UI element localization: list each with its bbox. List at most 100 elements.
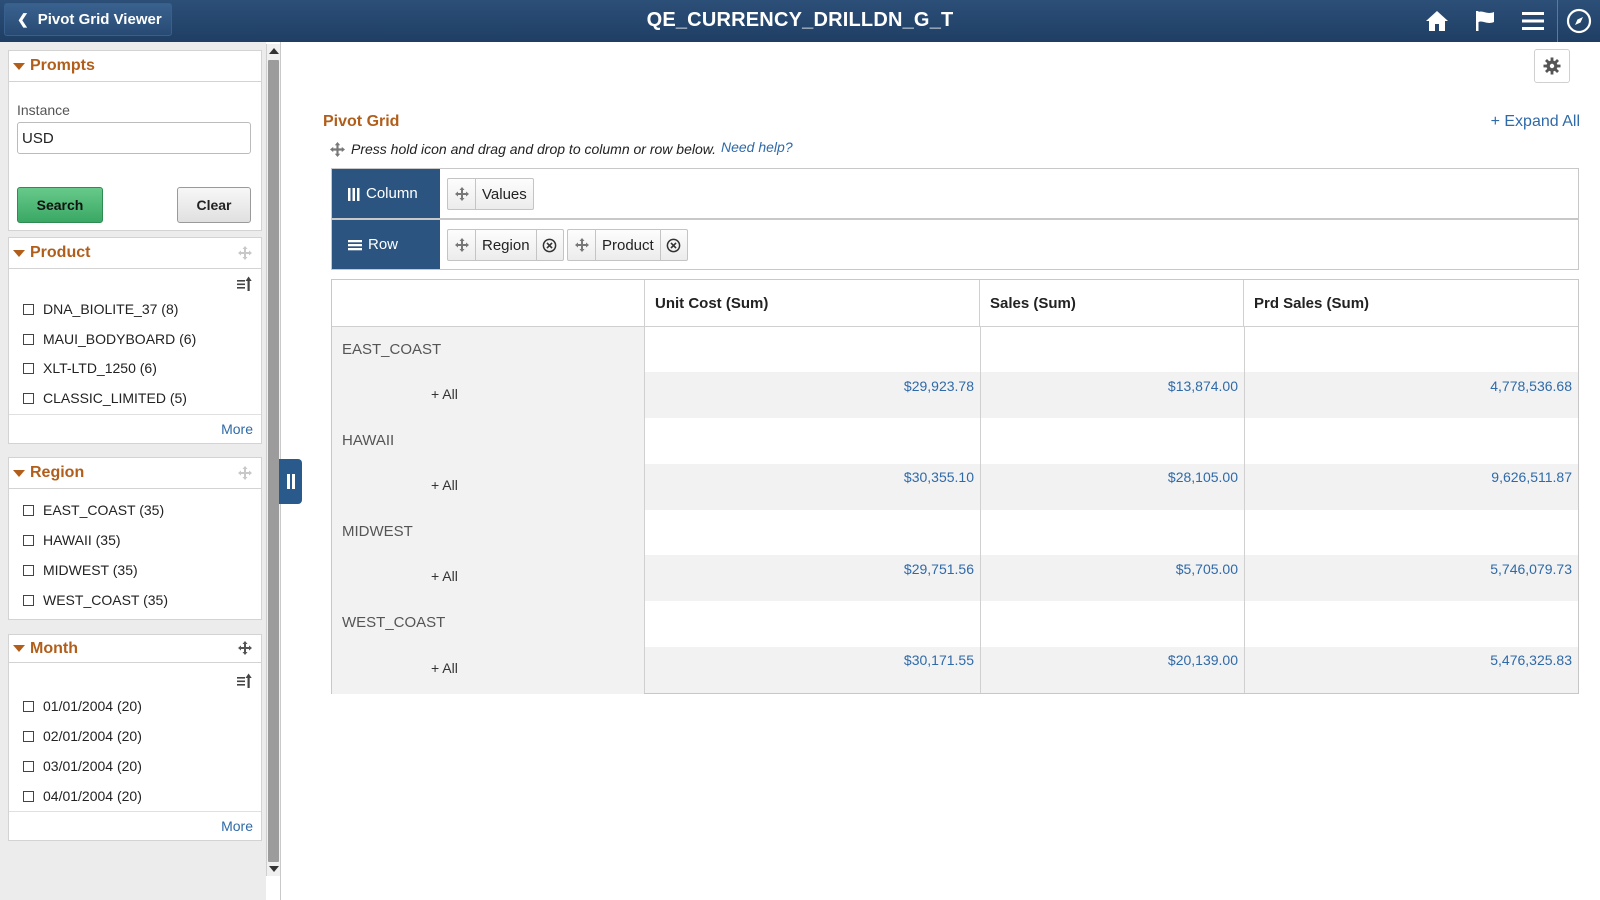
facet-item[interactable]: 03/01/2004 (20)	[23, 758, 142, 774]
cell-value[interactable]: 5,746,079.73	[1244, 561, 1572, 577]
collapse-triangle-icon[interactable]	[13, 645, 25, 652]
checkbox[interactable]	[23, 700, 34, 712]
product-facet-header[interactable]: Product	[9, 238, 261, 269]
move-icon[interactable]	[238, 466, 252, 483]
move-icon[interactable]	[568, 230, 596, 260]
cell-value[interactable]: 5,476,325.83	[1244, 652, 1572, 668]
column-header[interactable]: Unit Cost (Sum)	[645, 280, 980, 327]
region-row-label[interactable]: EAST_COAST	[342, 341, 441, 358]
more-link[interactable]: More	[221, 818, 253, 834]
collapse-panel-button[interactable]	[279, 459, 302, 504]
move-icon[interactable]	[238, 641, 252, 658]
row-chip-product[interactable]: Product	[567, 229, 688, 261]
expand-all-row[interactable]: + All	[431, 660, 458, 676]
move-icon	[330, 141, 345, 157]
navigator-icon[interactable]	[1563, 6, 1595, 36]
month-facet-header[interactable]: Month	[9, 635, 261, 663]
collapse-triangle-icon[interactable]	[13, 469, 25, 477]
checkbox[interactable]	[23, 534, 34, 546]
facet-item[interactable]: 01/01/2004 (20)	[23, 698, 142, 714]
checkbox[interactable]	[23, 504, 34, 516]
move-icon[interactable]	[448, 230, 476, 260]
move-icon[interactable]	[238, 246, 252, 263]
column-chip-values[interactable]: Values	[447, 178, 534, 210]
checkbox[interactable]	[23, 790, 34, 802]
checkbox[interactable]	[23, 333, 34, 345]
expand-all-row[interactable]: + All	[431, 477, 458, 493]
page-title: QE_CURRENCY_DRILLDN_G_T	[646, 9, 954, 31]
region-row-label[interactable]: WEST_COAST	[342, 614, 445, 631]
column-dropzone[interactable]: Column Values	[331, 168, 1579, 219]
back-button[interactable]: ❮ Pivot Grid Viewer	[4, 3, 172, 36]
more-link[interactable]: More	[221, 421, 253, 437]
expand-all-row[interactable]: + All	[431, 568, 458, 584]
prompts-header[interactable]: Prompts	[9, 51, 261, 82]
facet-item[interactable]: EAST_COAST (35)	[23, 502, 164, 518]
cell-value[interactable]: $20,139.00	[980, 652, 1238, 668]
facet-item[interactable]: MAUI_BODYBOARD (6)	[23, 331, 196, 347]
column-header[interactable]: Prd Sales (Sum)	[1244, 280, 1578, 327]
search-button[interactable]: Search	[17, 187, 103, 223]
facet-item-label: MAUI_BODYBOARD (6)	[43, 331, 197, 347]
scrollbar-thumb[interactable]	[268, 60, 279, 862]
cell-value[interactable]: $13,874.00	[980, 378, 1238, 394]
cell-value[interactable]: $28,105.00	[980, 469, 1238, 485]
left-panel-scrollbar[interactable]	[266, 44, 280, 876]
cell-value[interactable]: $5,705.00	[980, 561, 1238, 577]
expand-all-link[interactable]: + Expand All	[1491, 113, 1580, 131]
facet-item[interactable]: MIDWEST (35)	[23, 562, 138, 578]
checkbox[interactable]	[23, 392, 34, 404]
remove-icon[interactable]	[659, 230, 687, 260]
checkbox[interactable]	[23, 362, 34, 374]
checkbox[interactable]	[23, 760, 34, 772]
row-zone-label: Row	[332, 220, 440, 269]
instance-input[interactable]	[17, 122, 251, 154]
cell-value[interactable]: 9,626,511.87	[1244, 469, 1572, 485]
facet-item[interactable]: HAWAII (35)	[23, 532, 121, 548]
facet-item[interactable]: XLT-LTD_1250 (6)	[23, 360, 157, 376]
checkbox[interactable]	[23, 594, 34, 606]
column-header[interactable]: Sales (Sum)	[980, 280, 1244, 327]
collapse-triangle-icon[interactable]	[13, 249, 25, 257]
remove-icon[interactable]	[535, 230, 563, 260]
sort-icon[interactable]	[237, 673, 253, 692]
column-zone-label: Column	[332, 169, 440, 218]
settings-button[interactable]	[1534, 49, 1570, 83]
row-dropzone[interactable]: Row Region Product	[331, 219, 1579, 270]
sort-icon[interactable]	[237, 276, 253, 295]
facet-item[interactable]: WEST_COAST (35)	[23, 592, 168, 608]
clear-button[interactable]: Clear	[177, 187, 251, 223]
region-row-label[interactable]: MIDWEST	[342, 523, 413, 540]
facet-item[interactable]: DNA_BIOLITE_37 (8)	[23, 301, 178, 317]
scroll-up-icon[interactable]	[269, 48, 279, 54]
need-help-link[interactable]: Need help?	[721, 139, 793, 155]
cell-value[interactable]: 4,778,536.68	[1244, 378, 1572, 394]
region-row-label[interactable]: HAWAII	[342, 432, 394, 449]
checkbox[interactable]	[23, 730, 34, 742]
cell-value[interactable]: $30,171.55	[645, 652, 974, 668]
collapse-triangle-icon[interactable]	[13, 62, 25, 70]
scroll-down-icon[interactable]	[269, 866, 279, 872]
menu-icon[interactable]	[1517, 6, 1549, 36]
flag-icon[interactable]	[1469, 6, 1501, 36]
facet-item[interactable]: 02/01/2004 (20)	[23, 728, 142, 744]
facet-item[interactable]: 04/01/2004 (20)	[23, 788, 142, 804]
region-facet: Region EAST_COAST (35) HAWAII (35) MIDWE…	[8, 457, 262, 620]
row-label: Row	[368, 236, 399, 253]
checkbox[interactable]	[23, 564, 34, 576]
pivot-grid-table: Unit Cost (Sum) Sales (Sum) Prd Sales (S…	[331, 279, 1579, 694]
cell-value[interactable]: $29,751.56	[645, 561, 974, 577]
move-icon[interactable]	[448, 179, 476, 209]
home-icon[interactable]	[1421, 6, 1453, 36]
facet-item[interactable]: CLASSIC_LIMITED (5)	[23, 390, 187, 406]
cell-value[interactable]: $29,923.78	[645, 378, 974, 394]
expand-all-row[interactable]: + All	[431, 386, 458, 402]
cell-value[interactable]: $30,355.10	[645, 469, 974, 485]
row-chip-region[interactable]: Region	[447, 229, 564, 261]
chip-label: Region	[482, 236, 530, 254]
checkbox[interactable]	[23, 303, 34, 315]
facet-item-label: WEST_COAST (35)	[43, 592, 168, 608]
region-facet-header[interactable]: Region	[9, 458, 261, 489]
pause-bar-icon	[286, 474, 290, 489]
facet-item-label: XLT-LTD_1250 (6)	[43, 360, 157, 376]
